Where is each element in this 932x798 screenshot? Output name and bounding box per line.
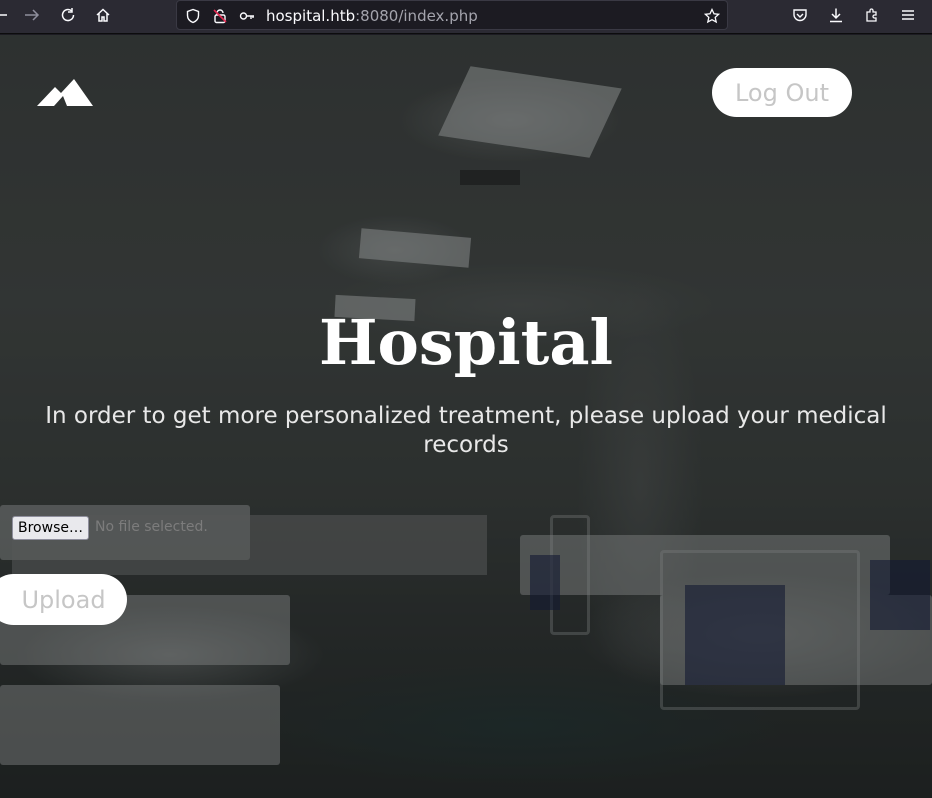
hospital-page: Log Out Hospital In order to get more pe… xyxy=(0,35,932,798)
page-subtitle: In order to get more personalized treatm… xyxy=(45,403,887,458)
mountain-logo-icon[interactable] xyxy=(37,77,93,107)
file-status-text: No file selected. xyxy=(95,519,208,535)
url-bar[interactable]: hospital.htb:8080/index.php xyxy=(176,0,728,30)
url-path: :8080/index.php xyxy=(355,7,478,25)
menu-icon[interactable] xyxy=(894,3,922,27)
download-icon[interactable] xyxy=(822,3,850,27)
extensions-icon[interactable] xyxy=(858,3,886,27)
pocket-icon[interactable] xyxy=(786,3,814,27)
shield-icon[interactable] xyxy=(184,7,202,25)
page-title: Hospital xyxy=(318,306,614,379)
browse-button[interactable]: Browse… xyxy=(12,516,89,540)
key-icon[interactable] xyxy=(238,7,256,25)
logout-button[interactable]: Log Out xyxy=(712,68,852,117)
home-icon[interactable] xyxy=(89,3,117,27)
upload-button[interactable]: Upload xyxy=(0,574,127,625)
bookmark-star-icon[interactable] xyxy=(703,7,721,25)
reload-icon[interactable] xyxy=(54,3,82,27)
back-arrow-icon[interactable] xyxy=(0,3,14,27)
url-text[interactable]: hospital.htb:8080/index.php xyxy=(266,7,478,25)
browser-toolbar: hospital.htb:8080/index.php xyxy=(0,0,932,34)
insecure-lock-icon[interactable] xyxy=(211,7,229,25)
url-host: hospital.htb xyxy=(266,7,356,25)
forward-arrow-icon[interactable] xyxy=(18,3,46,27)
